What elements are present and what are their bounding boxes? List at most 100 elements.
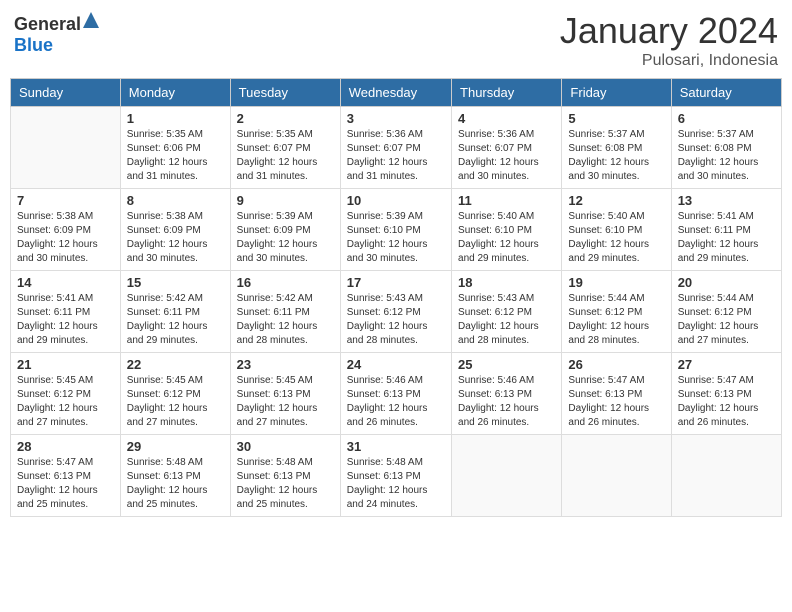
sunrise-text: Sunrise: 5:47 AM bbox=[678, 374, 775, 388]
sunrise-text: Sunrise: 5:36 AM bbox=[347, 128, 445, 142]
calendar-cell: 13Sunrise: 5:41 AMSunset: 6:11 PMDayligh… bbox=[671, 189, 781, 271]
calendar-week-5: 28Sunrise: 5:47 AMSunset: 6:13 PMDayligh… bbox=[11, 435, 782, 517]
sunset-text: Sunset: 6:13 PM bbox=[127, 470, 224, 484]
calendar-cell: 25Sunrise: 5:46 AMSunset: 6:13 PMDayligh… bbox=[452, 353, 562, 435]
sunrise-text: Sunrise: 5:48 AM bbox=[127, 456, 224, 470]
daylight-text: Daylight: 12 hours and 29 minutes. bbox=[678, 238, 775, 266]
sunset-text: Sunset: 6:11 PM bbox=[237, 306, 334, 320]
logo-icon bbox=[81, 10, 101, 30]
sunrise-text: Sunrise: 5:41 AM bbox=[678, 210, 775, 224]
sunrise-text: Sunrise: 5:37 AM bbox=[678, 128, 775, 142]
day-info: Sunrise: 5:45 AMSunset: 6:12 PMDaylight:… bbox=[127, 374, 224, 430]
calendar-week-2: 7Sunrise: 5:38 AMSunset: 6:09 PMDaylight… bbox=[11, 189, 782, 271]
day-info: Sunrise: 5:47 AMSunset: 6:13 PMDaylight:… bbox=[17, 456, 114, 512]
day-number: 18 bbox=[458, 275, 555, 290]
logo-general: General bbox=[14, 14, 81, 34]
daylight-text: Daylight: 12 hours and 25 minutes. bbox=[237, 484, 334, 512]
daylight-text: Daylight: 12 hours and 31 minutes. bbox=[347, 156, 445, 184]
calendar-header-row: SundayMondayTuesdayWednesdayThursdayFrid… bbox=[11, 79, 782, 107]
sunrise-text: Sunrise: 5:35 AM bbox=[237, 128, 334, 142]
sunrise-text: Sunrise: 5:42 AM bbox=[127, 292, 224, 306]
day-info: Sunrise: 5:39 AMSunset: 6:10 PMDaylight:… bbox=[347, 210, 445, 266]
calendar-cell: 21 Sunrise: 5:45 AMSunset: 6:12 PMDayligh… bbox=[11, 353, 121, 435]
sunset-text: Sunset: 6:11 PM bbox=[127, 306, 224, 320]
sunset-text: Sunset: 6:07 PM bbox=[458, 142, 555, 156]
day-number: 2 bbox=[237, 111, 334, 126]
sunrise-text: Sunrise: 5:36 AM bbox=[458, 128, 555, 142]
header-saturday: Saturday bbox=[671, 79, 781, 107]
calendar-week-4: 21 Sunrise: 5:45 AMSunset: 6:12 PMDayligh… bbox=[11, 353, 782, 435]
sunset-text: Sunset: 6:08 PM bbox=[568, 142, 664, 156]
day-info: Sunrise: 5:44 AMSunset: 6:12 PMDaylight:… bbox=[568, 292, 664, 348]
day-number: 11 bbox=[458, 193, 555, 208]
calendar-cell: 29Sunrise: 5:48 AMSunset: 6:13 PMDayligh… bbox=[120, 435, 230, 517]
logo-text: General Blue bbox=[14, 10, 101, 56]
daylight-text: Daylight: 12 hours and 30 minutes. bbox=[237, 238, 334, 266]
daylight-text: Daylight: 12 hours and 29 minutes. bbox=[568, 238, 664, 266]
daylight-text: Daylight: 12 hours and 29 minutes. bbox=[458, 238, 555, 266]
day-info: Sunrise: 5:44 AMSunset: 6:12 PMDaylight:… bbox=[678, 292, 775, 348]
calendar-cell: 31Sunrise: 5:48 AMSunset: 6:13 PMDayligh… bbox=[340, 435, 451, 517]
sunset-text: Sunset: 6:13 PM bbox=[458, 388, 555, 402]
day-number: 16 bbox=[237, 275, 334, 290]
day-info: Sunrise: 5:45 AMSunset: 6:13 PMDaylight:… bbox=[237, 374, 334, 430]
daylight-text: Daylight: 12 hours and 30 minutes. bbox=[127, 238, 224, 266]
sunset-text: Sunset: 6:10 PM bbox=[347, 224, 445, 238]
day-info: Sunrise: 5:35 AMSunset: 6:07 PMDaylight:… bbox=[237, 128, 334, 184]
day-info: Sunrise: 5:46 AMSunset: 6:13 PMDaylight:… bbox=[458, 374, 555, 430]
calendar-cell: 20 Sunrise: 5:44 AMSunset: 6:12 PMDayligh… bbox=[671, 271, 781, 353]
daylight-text: Daylight: 12 hours and 27 minutes. bbox=[17, 402, 114, 430]
sunset-text: Sunset: 6:10 PM bbox=[458, 224, 555, 238]
sunset-text: Sunset: 6:13 PM bbox=[678, 388, 775, 402]
daylight-text: Daylight: 12 hours and 24 minutes. bbox=[347, 484, 445, 512]
logo-blue: Blue bbox=[14, 35, 53, 55]
sunrise-text: Sunrise: 5:40 AM bbox=[568, 210, 664, 224]
day-info: Sunrise: 5:41 AMSunset: 6:11 PMDaylight:… bbox=[17, 292, 114, 348]
sunset-text: Sunset: 6:08 PM bbox=[678, 142, 775, 156]
daylight-text: Daylight: 12 hours and 26 minutes. bbox=[458, 402, 555, 430]
sunset-text: Sunset: 6:13 PM bbox=[237, 388, 334, 402]
header-thursday: Thursday bbox=[452, 79, 562, 107]
day-info: Sunrise: 5:47 AMSunset: 6:13 PMDaylight:… bbox=[568, 374, 664, 430]
day-number: 29 bbox=[127, 439, 224, 454]
day-info: Sunrise: 5:48 AMSunset: 6:13 PMDaylight:… bbox=[347, 456, 445, 512]
calendar-cell bbox=[11, 107, 121, 189]
calendar-cell: 28Sunrise: 5:47 AMSunset: 6:13 PMDayligh… bbox=[11, 435, 121, 517]
daylight-text: Daylight: 12 hours and 26 minutes. bbox=[678, 402, 775, 430]
day-info: Sunrise: 5:42 AMSunset: 6:11 PMDaylight:… bbox=[237, 292, 334, 348]
calendar-cell: 2 Sunrise: 5:35 AMSunset: 6:07 PMDaylight… bbox=[230, 107, 340, 189]
month-title: January 2024 bbox=[560, 10, 778, 52]
daylight-text: Daylight: 12 hours and 28 minutes. bbox=[237, 320, 334, 348]
calendar-cell: 26Sunrise: 5:47 AMSunset: 6:13 PMDayligh… bbox=[562, 353, 671, 435]
day-number: 30 bbox=[237, 439, 334, 454]
sunrise-text: Sunrise: 5:46 AM bbox=[458, 374, 555, 388]
logo: General Blue bbox=[14, 10, 101, 56]
calendar-cell: 11Sunrise: 5:40 AMSunset: 6:10 PMDayligh… bbox=[452, 189, 562, 271]
day-number: 17 bbox=[347, 275, 445, 290]
calendar-cell: 1Sunrise: 5:35 AMSunset: 6:06 PMDaylight… bbox=[120, 107, 230, 189]
day-number: 21 bbox=[17, 357, 114, 372]
calendar-cell bbox=[562, 435, 671, 517]
calendar-cell bbox=[452, 435, 562, 517]
sunset-text: Sunset: 6:09 PM bbox=[127, 224, 224, 238]
header-monday: Monday bbox=[120, 79, 230, 107]
header-friday: Friday bbox=[562, 79, 671, 107]
sunrise-text: Sunrise: 5:37 AM bbox=[568, 128, 664, 142]
day-info: Sunrise: 5:39 AMSunset: 6:09 PMDaylight:… bbox=[237, 210, 334, 266]
sunrise-text: Sunrise: 5:47 AM bbox=[568, 374, 664, 388]
day-info: Sunrise: 5:47 AMSunset: 6:13 PMDaylight:… bbox=[678, 374, 775, 430]
daylight-text: Daylight: 12 hours and 27 minutes. bbox=[678, 320, 775, 348]
sunrise-text: Sunrise: 5:43 AM bbox=[347, 292, 445, 306]
sunset-text: Sunset: 6:12 PM bbox=[17, 388, 114, 402]
day-info: Sunrise: 5:43 AMSunset: 6:12 PMDaylight:… bbox=[458, 292, 555, 348]
calendar-cell: 22Sunrise: 5:45 AMSunset: 6:12 PMDayligh… bbox=[120, 353, 230, 435]
daylight-text: Daylight: 12 hours and 30 minutes. bbox=[568, 156, 664, 184]
day-info: Sunrise: 5:38 AMSunset: 6:09 PMDaylight:… bbox=[17, 210, 114, 266]
day-info: Sunrise: 5:45 AMSunset: 6:12 PMDaylight:… bbox=[17, 374, 114, 430]
daylight-text: Daylight: 12 hours and 27 minutes. bbox=[127, 402, 224, 430]
daylight-text: Daylight: 12 hours and 28 minutes. bbox=[568, 320, 664, 348]
calendar-cell: 23Sunrise: 5:45 AMSunset: 6:13 PMDayligh… bbox=[230, 353, 340, 435]
day-number: 20 bbox=[678, 275, 775, 290]
sunset-text: Sunset: 6:13 PM bbox=[237, 470, 334, 484]
daylight-text: Daylight: 12 hours and 28 minutes. bbox=[347, 320, 445, 348]
